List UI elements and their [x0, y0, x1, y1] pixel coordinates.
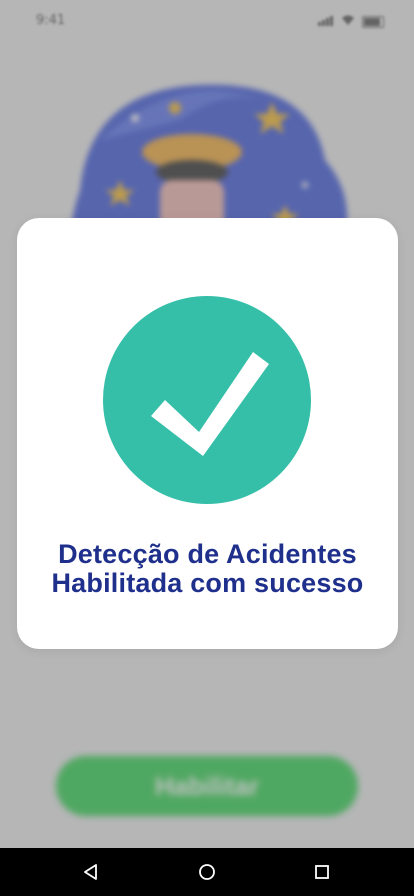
- checkmark-circle-icon: [103, 296, 311, 504]
- back-button[interactable]: [61, 848, 121, 896]
- system-nav-bar: [0, 848, 414, 896]
- success-message-line1: Detecção de Acidentes: [58, 539, 357, 569]
- success-message-line2: Habilitada com sucesso: [51, 568, 364, 598]
- recents-icon: [315, 865, 329, 879]
- home-icon: [199, 864, 215, 880]
- success-modal: Detecção de Acidentes Habilitada com suc…: [17, 218, 398, 649]
- back-icon: [84, 864, 97, 880]
- home-button[interactable]: [177, 848, 237, 896]
- recents-button[interactable]: [292, 848, 352, 896]
- success-message: Detecção de Acidentes Habilitada com suc…: [17, 540, 398, 598]
